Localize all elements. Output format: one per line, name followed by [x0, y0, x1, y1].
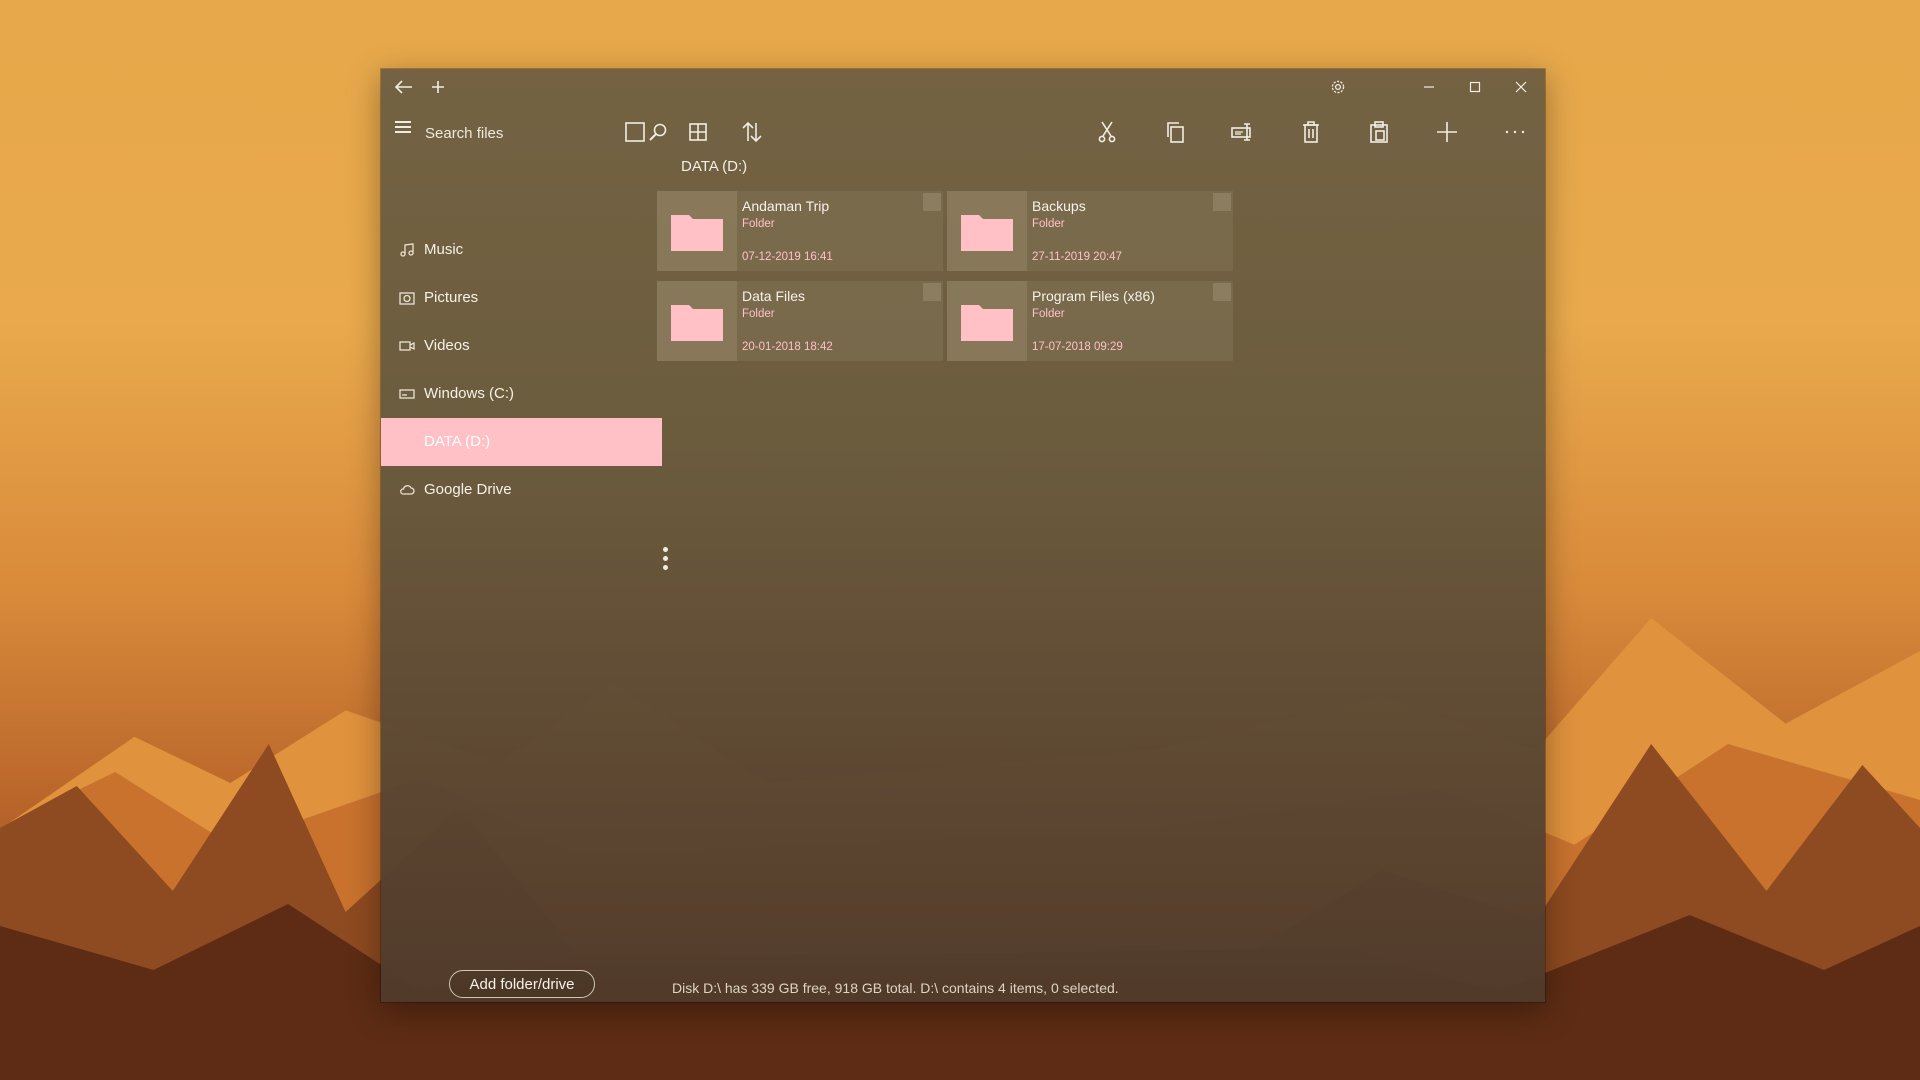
file-explorer-window: Music Pictures Videos Windows (C:) DATA … — [381, 69, 1545, 1002]
maximize-icon — [1469, 81, 1481, 93]
close-icon — [1515, 81, 1527, 93]
drive-icon — [399, 387, 415, 401]
item-name: Backups — [1032, 198, 1086, 214]
minimize-icon — [1424, 86, 1434, 88]
menu-icon[interactable] — [395, 121, 411, 135]
cut-button[interactable] — [1089, 115, 1125, 149]
sidebar-item-label: Windows (C:) — [424, 385, 515, 402]
item-name: Data Files — [742, 288, 806, 304]
gear-icon — [1331, 80, 1345, 94]
main-content: DATA (D:) Andaman Trip Folder 07-12-2019… — [657, 158, 1545, 1002]
item-checkbox[interactable] — [1213, 193, 1231, 211]
item-checkbox[interactable] — [1213, 283, 1231, 301]
sidebar-item-label: DATA (D:) — [424, 433, 491, 450]
title-bar — [381, 69, 1545, 105]
item-name: Andaman Trip — [742, 198, 830, 214]
new-tab-button[interactable] — [415, 69, 461, 105]
videos-icon — [399, 339, 415, 353]
item-type: Folder — [1032, 218, 1065, 230]
item-date: 20-01-2018 18:42 — [742, 341, 833, 353]
grid-view-icon — [689, 123, 707, 141]
folder-icon — [961, 215, 1013, 251]
sidebar-item-music[interactable]: Music — [381, 226, 662, 274]
pane-splitter-handle[interactable] — [663, 547, 669, 577]
cloud-icon — [399, 483, 415, 497]
item-date: 27-11-2019 20:47 — [1032, 251, 1122, 263]
item-checkbox[interactable] — [923, 193, 941, 211]
pictures-icon — [399, 291, 415, 305]
more-options-button[interactable] — [1497, 115, 1533, 149]
copy-button[interactable] — [1157, 115, 1193, 149]
sidebar-item-windows-c[interactable]: Windows (C:) — [381, 370, 662, 418]
rename-button[interactable] — [1225, 115, 1261, 149]
folder-item-program-files-x86[interactable]: Program Files (x86) Folder 17-07-2018 09… — [947, 281, 1233, 361]
close-button[interactable] — [1498, 69, 1544, 105]
folder-icon — [961, 305, 1013, 341]
search-icon — [649, 123, 667, 141]
trash-icon — [1303, 121, 1319, 143]
sidebar-item-pictures[interactable]: Pictures — [381, 274, 662, 322]
folder-item-data-files[interactable]: Data Files Folder 20-01-2018 18:42 — [657, 281, 943, 361]
folder-thumbnail — [947, 191, 1027, 271]
sidebar-item-google-drive[interactable]: Google Drive — [381, 466, 662, 514]
sidebar-item-label: Music — [424, 241, 464, 258]
folder-thumbnail — [947, 281, 1027, 361]
music-icon — [399, 243, 415, 257]
folder-thumbnail — [657, 191, 737, 271]
scissors-icon — [1098, 121, 1116, 143]
clipboard-icon — [1370, 121, 1388, 143]
sidebar-item-label: Pictures — [424, 289, 479, 306]
folder-icon — [671, 305, 723, 341]
back-arrow-icon — [395, 80, 412, 94]
sort-button[interactable] — [734, 115, 770, 149]
settings-button[interactable] — [1315, 69, 1361, 105]
toolbar — [381, 105, 1545, 159]
item-date: 17-07-2018 09:29 — [1032, 341, 1123, 353]
copy-icon — [1167, 122, 1184, 143]
item-checkbox[interactable] — [923, 283, 941, 301]
more-horizontal-icon — [1505, 130, 1525, 134]
minimize-button[interactable] — [1406, 69, 1452, 105]
paste-button[interactable] — [1361, 115, 1397, 149]
sidebar-item-data-d[interactable]: DATA (D:) — [381, 418, 662, 466]
item-type: Folder — [1032, 308, 1065, 320]
sidebar: Music Pictures Videos Windows (C:) DATA … — [381, 159, 662, 1002]
sidebar-item-label: Google Drive — [424, 481, 512, 498]
folder-item-andaman-trip[interactable]: Andaman Trip Folder 07-12-2019 16:41 — [657, 191, 943, 271]
folder-icon — [671, 215, 723, 251]
plus-icon — [1437, 122, 1457, 142]
maximize-button[interactable] — [1452, 69, 1498, 105]
sidebar-item-videos[interactable]: Videos — [381, 322, 662, 370]
sort-icon — [742, 121, 762, 143]
item-date: 07-12-2019 16:41 — [742, 251, 833, 263]
item-type: Folder — [742, 218, 775, 230]
drive-icon — [399, 435, 415, 449]
plus-icon — [432, 81, 444, 93]
view-mode-button[interactable] — [680, 115, 716, 149]
rename-icon — [1231, 123, 1251, 141]
sidebar-item-label: Videos — [424, 337, 470, 354]
folder-item-backups[interactable]: Backups Folder 27-11-2019 20:47 — [947, 191, 1233, 271]
new-item-button[interactable] — [1429, 115, 1465, 149]
folder-thumbnail — [657, 281, 737, 361]
add-folder-drive-button[interactable]: Add folder/drive — [449, 970, 595, 998]
item-type: Folder — [742, 308, 775, 320]
status-bar-text: Disk D:\ has 339 GB free, 918 GB total. … — [672, 980, 1119, 996]
breadcrumb[interactable]: DATA (D:) — [681, 158, 747, 175]
item-name: Program Files (x86) — [1032, 288, 1155, 304]
search-button[interactable] — [640, 115, 676, 149]
delete-button[interactable] — [1293, 115, 1329, 149]
